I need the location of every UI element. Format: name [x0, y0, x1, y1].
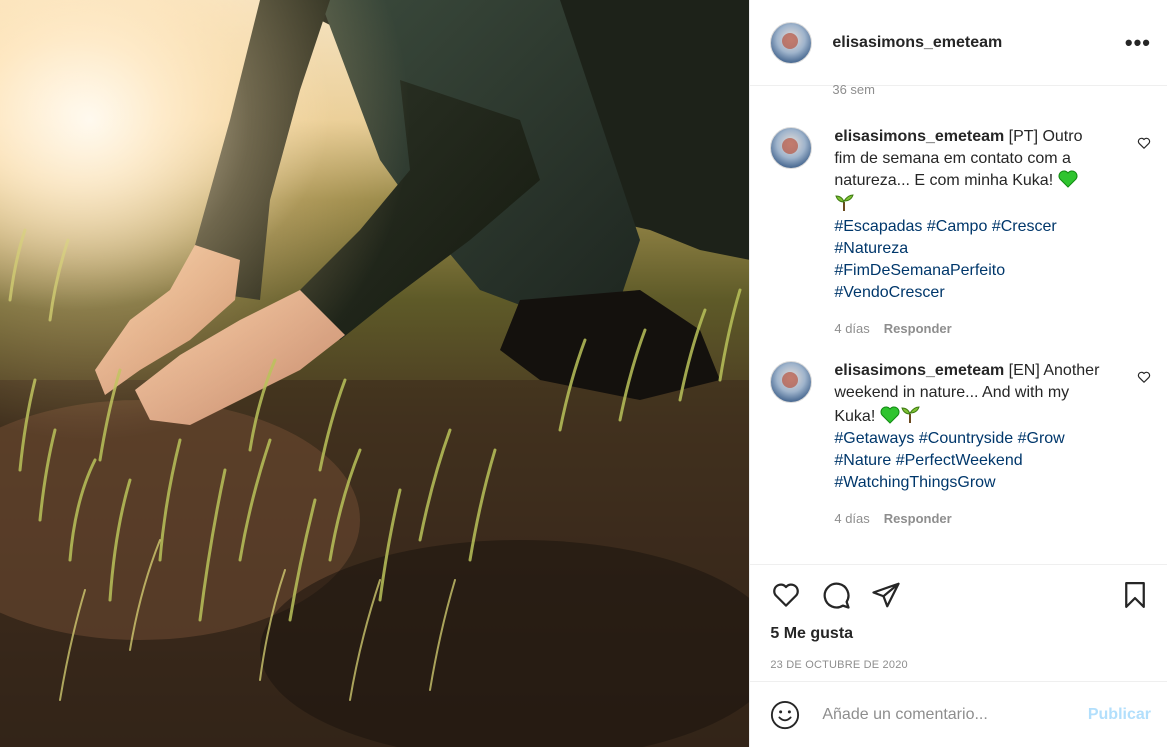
comments-list: elisasimons_emeteam [PT] Outro fim de se… [750, 86, 1167, 564]
like-button[interactable] [770, 579, 802, 611]
previous-comment-time: 36 sem [832, 82, 875, 97]
comment-item: elisasimons_emeteam [EN] Another weekend… [770, 360, 1151, 530]
hashtag-link[interactable]: #Countryside [919, 430, 1013, 447]
comment-like-heart-icon[interactable] [1137, 370, 1151, 384]
avatar[interactable] [770, 21, 813, 64]
share-button[interactable] [870, 579, 902, 611]
post-date: 23 DE OCTUBRE DE 2020 [770, 659, 908, 671]
comment-body: elisasimons_emeteam [EN] Another weekend… [834, 360, 1104, 530]
avatar[interactable] [770, 361, 813, 403]
hashtag-link[interactable]: #VendoCrescer [834, 284, 944, 301]
post-side-panel: elisasimons_emeteam ••• 36 sem elisasimo… [749, 0, 1167, 747]
hashtag-link[interactable]: #FimDeSemanaPerfeito [834, 262, 1005, 279]
hashtag-link[interactable]: #PerfectWeekend [896, 452, 1023, 469]
hashtag-link[interactable]: #Crescer [992, 218, 1057, 235]
bookmark-icon [1125, 582, 1145, 608]
save-button[interactable] [1119, 579, 1151, 611]
comment-meta: 4 días Responder [834, 508, 1104, 530]
reply-button[interactable]: Responder [884, 321, 952, 336]
post-photo[interactable] [0, 0, 750, 747]
paper-plane-icon [872, 582, 900, 608]
hashtag-link[interactable]: #Getaways [834, 430, 914, 447]
comment-username[interactable]: elisasimons_emeteam [834, 362, 1004, 379]
photo-illustration [0, 0, 750, 747]
seedling-emoji [901, 406, 920, 423]
more-options-icon[interactable]: ••• [1125, 30, 1151, 56]
add-comment-bar: Publicar [750, 681, 1167, 747]
avatar[interactable] [770, 127, 813, 169]
comment-item: elisasimons_emeteam [PT] Outro fim de se… [770, 126, 1151, 340]
likes-count[interactable]: 5 Me gusta [770, 625, 1151, 643]
post-username[interactable]: elisasimons_emeteam [832, 34, 1002, 52]
green-heart-emoji [880, 406, 900, 424]
seedling-emoji [835, 194, 855, 211]
comment-time: 4 días [834, 511, 870, 526]
hashtag-link[interactable]: #WatchingThingsGrow [834, 474, 995, 491]
post-viewer: elisasimons_emeteam ••• 36 sem elisasimo… [0, 0, 1167, 747]
comment-body: elisasimons_emeteam [PT] Outro fim de se… [834, 126, 1104, 340]
comment-meta: 4 días Responder [834, 318, 1104, 340]
hashtag-link[interactable]: #Escapadas [834, 218, 922, 235]
publish-button[interactable]: Publicar [1088, 706, 1151, 724]
heart-icon [773, 583, 800, 607]
post-header: elisasimons_emeteam ••• 36 sem [750, 0, 1167, 97]
comment-input[interactable] [820, 704, 1088, 725]
comment-time: 4 días [834, 321, 870, 336]
speech-bubble-icon [823, 582, 850, 609]
post-actions-section: 5 Me gusta 23 DE OCTUBRE DE 2020 [750, 564, 1167, 681]
hashtag-link[interactable]: #Nature [834, 452, 891, 469]
hashtag-link[interactable]: #Natureza [834, 240, 908, 257]
comment-username[interactable]: elisasimons_emeteam [834, 128, 1004, 145]
hashtag-link[interactable]: #Grow [1018, 430, 1065, 447]
comment-like-heart-icon[interactable] [1137, 136, 1151, 150]
hashtag-link[interactable]: #Campo [927, 218, 987, 235]
smiley-icon[interactable] [770, 700, 800, 730]
comment-button[interactable] [820, 579, 852, 611]
action-bar [770, 579, 1151, 611]
green-heart-emoji [1058, 170, 1078, 188]
reply-button[interactable]: Responder [884, 511, 952, 526]
